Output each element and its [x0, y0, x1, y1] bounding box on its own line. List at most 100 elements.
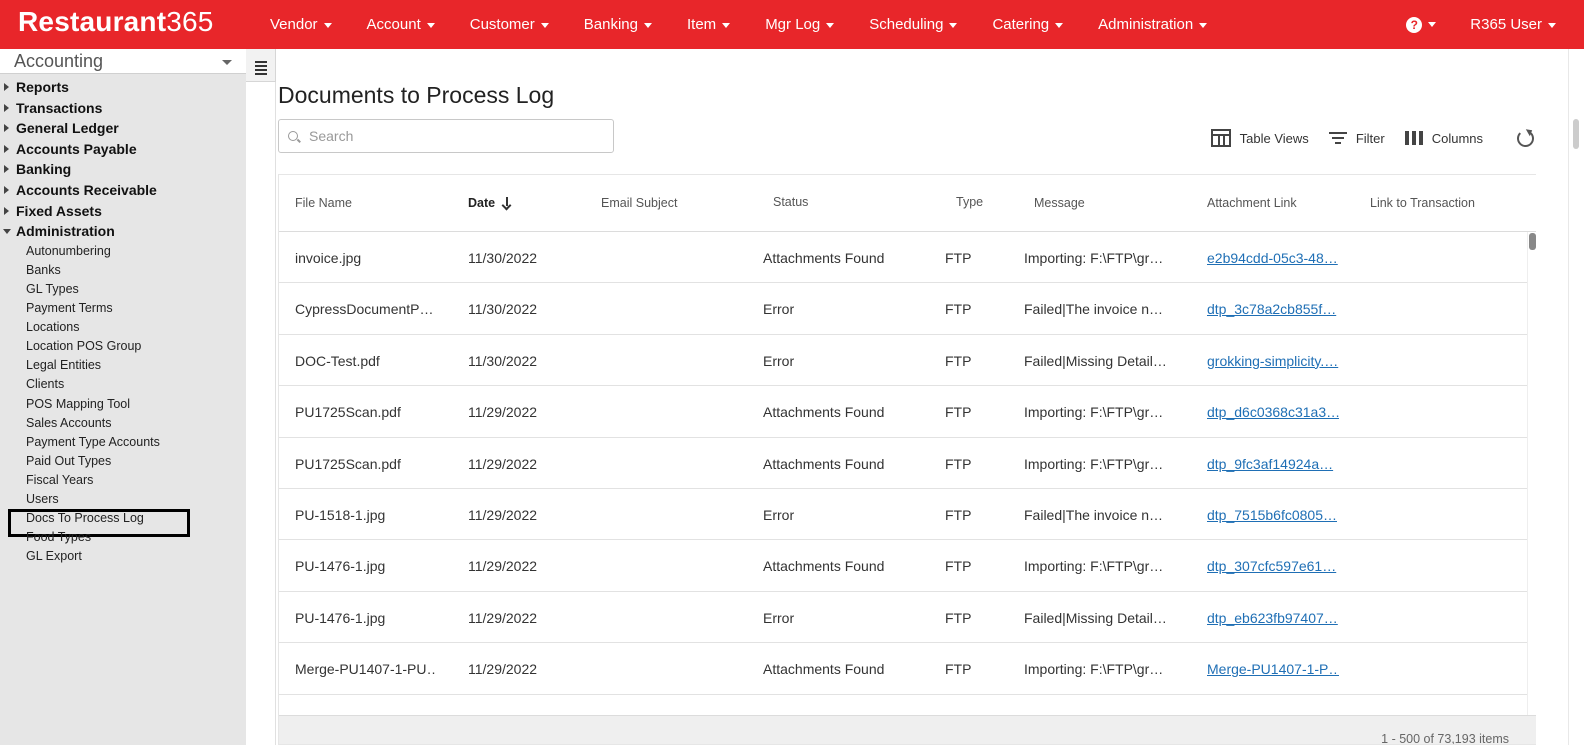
sidebar-item-legal-entities[interactable]: Legal Entities [0, 356, 246, 375]
sidebar-item-food-types[interactable]: Food Types [0, 528, 246, 547]
sidebar-section-banking[interactable]: Banking [0, 159, 246, 180]
user-menu[interactable]: R365 User [1470, 16, 1556, 33]
attachment-link[interactable]: e2b94cdd-05c3-48… [1207, 250, 1338, 266]
table-row[interactable]: PU1725Scan.pdf 11/29/2022 Attachments Foun… [279, 438, 1529, 489]
nav-banking[interactable]: Banking [570, 16, 652, 33]
sidebar-item-autonumbering[interactable]: Autonumbering [0, 242, 246, 261]
nav-account[interactable]: Account [353, 16, 435, 33]
search-input[interactable] [309, 126, 599, 146]
cell-status: Error [763, 352, 795, 369]
sidebar-item-sales-accounts[interactable]: Sales Accounts [0, 414, 246, 433]
sidebar-item-pos-mapping-tool[interactable]: POS Mapping Tool [0, 395, 246, 414]
sidebar-gutter [246, 82, 276, 745]
sidebar-item-locations[interactable]: Locations [0, 318, 246, 337]
sidebar-section-accounts-payable[interactable]: Accounts Payable [0, 139, 246, 160]
sidebar-section-label: Banking [16, 161, 72, 178]
brand-logo[interactable]: Restaurant365 [18, 6, 214, 38]
sidebar-item-payment-terms[interactable]: Payment Terms [0, 299, 246, 318]
search-box[interactable] [278, 119, 614, 153]
sidebar-item-payment-type-accounts[interactable]: Payment Type Accounts [0, 433, 246, 452]
sidebar-section-accounts-receivable[interactable]: Accounts Receivable [0, 180, 246, 201]
filter-label: Filter [1355, 130, 1385, 146]
scrollbar-thumb[interactable] [1529, 233, 1536, 250]
attachment-link[interactable]: dtp_d6c0368c31a3… [1207, 404, 1339, 420]
sidebar-toggle-button[interactable] [246, 49, 276, 82]
cell-message: Failed|Missing Detail… [1024, 352, 1167, 369]
help-menu[interactable]: ? [1406, 16, 1437, 33]
nav-label: Banking [583, 16, 638, 33]
column-header-type[interactable]: Type [956, 195, 983, 209]
nav-mgr-log[interactable]: Mgr Log [751, 16, 835, 33]
cell-type: FTP [945, 455, 972, 472]
cell-date: 11/29/2022 [468, 506, 538, 523]
sidebar-item-banks[interactable]: Banks [0, 261, 246, 280]
sidebar-section-general-ledger[interactable]: General Ledger [0, 118, 246, 139]
sidebar-section-fixed-assets[interactable]: Fixed Assets [0, 201, 246, 222]
table-row[interactable]: PU-1518-1.jpg 11/29/2022 Error FTP Failed|Th… [279, 489, 1529, 541]
nav-scheduling[interactable]: Scheduling [855, 16, 958, 33]
column-header-email-subject[interactable]: Email Subject [601, 196, 677, 210]
cell-message: Importing: F:\FTP\gr… [1024, 404, 1164, 421]
sort-descending-icon[interactable] [502, 197, 512, 208]
cell-file: PU-1476-1.jpg [295, 609, 386, 626]
table-row[interactable]: invoice.jpg 11/30/2022 Attachments Found FT… [279, 232, 1529, 284]
filter-button[interactable]: Filter [1328, 130, 1385, 146]
refresh-icon[interactable] [1517, 129, 1534, 147]
main-content: Documents to Process Log Table Views Fil… [278, 49, 1568, 745]
attachment-link[interactable]: dtp_9fc3af14924a… [1207, 456, 1333, 472]
attachment-link[interactable]: Merge-PU1407-1-P… [1207, 661, 1339, 677]
cell-date: 11/30/2022 [468, 301, 538, 318]
column-header-file-name[interactable]: File Name [295, 196, 352, 210]
sidebar-section-transactions[interactable]: Transactions [0, 98, 246, 119]
cell-link: dtp_3c78a2cb855f… [1207, 301, 1339, 317]
nav-administration[interactable]: Administration [1084, 16, 1208, 33]
sidebar-section-administration[interactable]: Administration [0, 221, 246, 242]
table-row[interactable]: CypressDocumentP… 11/30/2022 Error FTP Faile… [279, 283, 1529, 335]
sidebar-item-docs-to-process-log[interactable]: Docs To Process Log [0, 509, 246, 538]
sidebar-item-location-pos-group[interactable]: Location POS Group [0, 337, 246, 356]
page-scrollbar-thumb[interactable] [1573, 119, 1579, 149]
column-header-status[interactable]: Status [773, 195, 808, 209]
sidebar-item-paid-out-types[interactable]: Paid Out Types [0, 452, 246, 471]
attachment-link[interactable]: dtp_307cfc597e61… [1207, 558, 1336, 574]
table-row[interactable]: Merge-PU1407-1-PU… 11/29/2022 Attachments … [279, 643, 1529, 695]
cell-message: Failed|The invoice n… [1024, 301, 1164, 318]
nav-customer[interactable]: Customer [456, 16, 549, 33]
nav-label: Administration [1098, 16, 1194, 33]
attachment-link[interactable]: dtp_eb623fb97407… [1207, 610, 1338, 626]
grid-body: invoice.jpg 11/30/2022 Attachments Found FT… [279, 232, 1529, 720]
column-header-attachment-link[interactable]: Attachment Link [1207, 196, 1297, 210]
attachment-link[interactable]: dtp_7515b6fc0805… [1207, 507, 1337, 523]
chevron-down-icon [540, 22, 549, 28]
cell-link: Merge-PU1407-1-P… [1207, 661, 1339, 677]
attachment-link[interactable]: grokking-simplicity.… [1207, 353, 1338, 369]
caret-right-icon [4, 83, 9, 91]
cell-file: DOC-Test.pdf [295, 352, 380, 369]
sidebar-section-reports[interactable]: Reports [0, 77, 246, 98]
nav-item[interactable]: Item [673, 16, 731, 33]
table-row[interactable]: PU-1476-1.jpg 11/29/2022 Error FTP Failed|Mi… [279, 592, 1529, 644]
grid-scrollbar[interactable] [1527, 232, 1536, 720]
column-header-date[interactable]: Date [468, 196, 512, 210]
nav-catering[interactable]: Catering [978, 16, 1064, 33]
table-row[interactable]: PU1725Scan.pdf 11/29/2022 Attachments Foun… [279, 386, 1529, 438]
nav-vendor[interactable]: Vendor [256, 16, 332, 33]
columns-button[interactable]: Columns [1404, 131, 1483, 146]
module-select[interactable]: Accounting [0, 49, 246, 74]
table-row[interactable]: PU-1476-1.jpg 11/29/2022 Attachments Found… [279, 540, 1529, 592]
caret-down-icon [3, 229, 11, 235]
sidebar-item-gl-export[interactable]: GL Export [0, 547, 246, 566]
column-header-message[interactable]: Message [1034, 196, 1085, 210]
table-row[interactable]: DOC-Test.pdf 11/30/2022 Error FTP Failed|Mis… [279, 335, 1529, 387]
sidebar-item-fiscal-years[interactable]: Fiscal Years [0, 471, 246, 490]
attachment-link[interactable]: dtp_3c78a2cb855f… [1207, 301, 1336, 317]
documents-grid: File Name Date Email Subject Status Type Mess… [278, 174, 1536, 745]
sidebar-item-clients[interactable]: Clients [0, 375, 246, 394]
column-header-link-to-transaction[interactable]: Link to Transaction [1370, 196, 1475, 210]
page-scrollbar[interactable] [1568, 49, 1584, 745]
sidebar-item-users[interactable]: Users [0, 490, 246, 509]
sidebar-item-label: Autonumbering [26, 243, 111, 258]
table-views-button[interactable]: Table Views [1210, 129, 1309, 147]
sidebar-item-gl-types[interactable]: GL Types [0, 280, 246, 299]
cell-type: FTP [945, 609, 972, 626]
